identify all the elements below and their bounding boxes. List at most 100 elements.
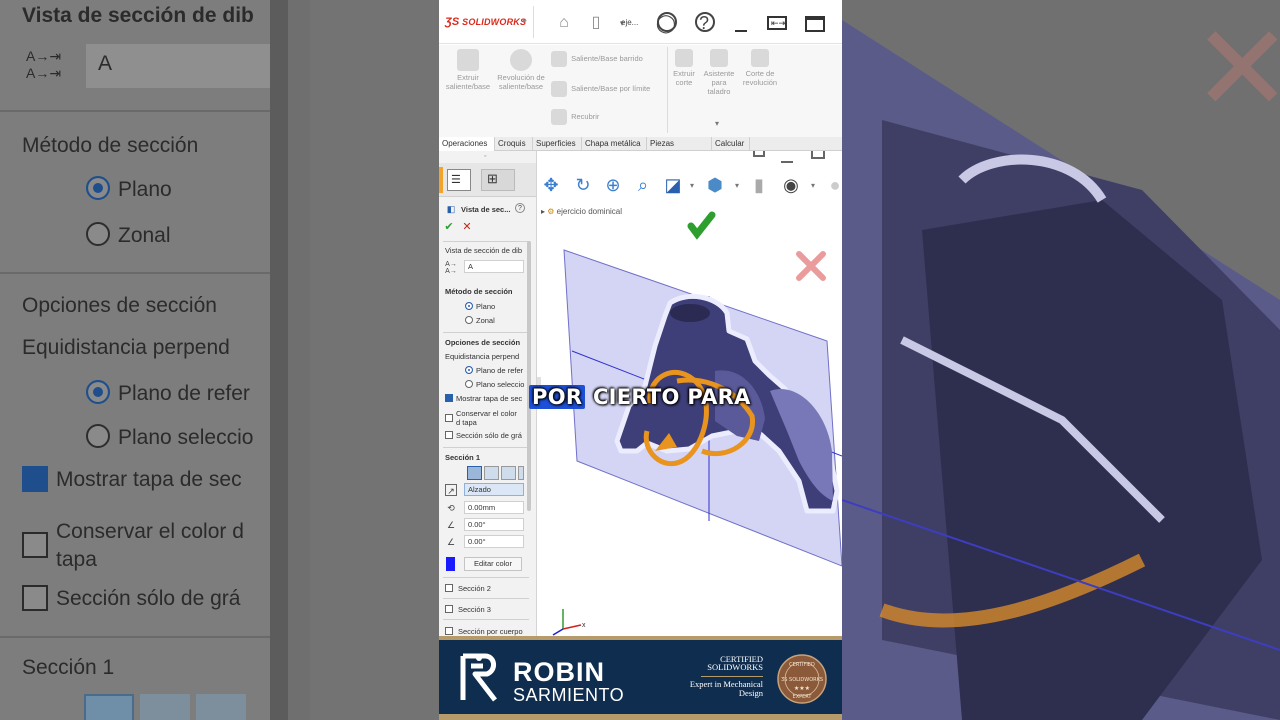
extrude-cut-button[interactable]: Extruir corte: [671, 49, 697, 87]
bg-divider: [0, 636, 270, 638]
cancel-icon[interactable]: ✕: [461, 221, 473, 233]
checkbox-show-cap[interactable]: [445, 394, 453, 402]
confirm-icon[interactable]: ✔: [443, 221, 455, 233]
bg-plane-label: Plano: [118, 178, 172, 201]
checkbox-section2[interactable]: [445, 584, 453, 592]
checkbox-by-body[interactable]: [445, 627, 453, 635]
bg-radio-plane: [86, 176, 110, 200]
minimize-icon[interactable]: [735, 30, 747, 32]
home-icon[interactable]: ⌂: [553, 12, 575, 34]
distance-field[interactable]: 0.00mm: [464, 501, 524, 514]
command-tabs: Operaciones Croquis Superficies Chapa me…: [439, 137, 842, 162]
checkbox-section3[interactable]: [445, 605, 453, 613]
tab-chapa-metalica[interactable]: Chapa metálica: [582, 137, 647, 151]
svg-text:EXPERT: EXPERT: [793, 694, 813, 700]
radio-ref-plane[interactable]: [465, 366, 473, 374]
revolve-cut-label: Corte de revolución: [742, 69, 778, 87]
more-plane-button[interactable]: [518, 466, 524, 480]
more-arrow-icon[interactable]: ▾: [715, 119, 719, 128]
bg-radio-ref: [86, 380, 110, 404]
radio-plane[interactable]: [465, 302, 473, 310]
radio-ref-plane-label: Plano de refer: [476, 366, 524, 375]
swept-boss-button[interactable]: Saliente/Base barrido: [551, 51, 661, 67]
tab-calcular[interactable]: Calcular: [712, 137, 750, 151]
section1-heading: Sección 1: [445, 453, 481, 462]
color-swatch[interactable]: [446, 557, 455, 571]
graphics-only-label: Sección sólo de grá: [456, 431, 522, 440]
method-heading: Método de sección: [445, 287, 513, 296]
radio-selected-plane[interactable]: [465, 380, 473, 388]
top-plane-button[interactable]: [484, 466, 499, 480]
banner-last-name: SARMIENTO: [513, 685, 625, 705]
video-frame: Vista de sección de dib A→⇥ A→⇥ A Método …: [0, 0, 1280, 720]
bg-keep-label: Conservar el color d: [56, 520, 244, 543]
document-name: eje...: [621, 18, 639, 27]
bg-check-graphics: [22, 585, 48, 611]
checkbox-graphics-only[interactable]: [445, 431, 453, 439]
hole-wizard-icon: [710, 49, 728, 67]
loft-button[interactable]: Recubrir: [551, 109, 631, 125]
bg-zonal-label: Zonal: [118, 224, 171, 247]
keep-color-label: Conservar el color d tapa: [456, 409, 517, 427]
triad-x: [562, 624, 582, 630]
bg-title: Vista de sección de dib: [22, 4, 254, 27]
pm-scrollbar[interactable]: [527, 241, 531, 511]
tab-piezas-soldadas[interactable]: Piezas soldadas: [647, 137, 712, 162]
list-icon: ☰: [451, 174, 461, 186]
right-plane-button[interactable]: [501, 466, 516, 480]
bg-check-keep: [22, 532, 48, 558]
angle-y-field[interactable]: 0.00°: [464, 535, 524, 548]
boundary-boss-label: Saliente/Base por límite: [571, 83, 651, 93]
command-manager-ribbon: Extruir saliente/base Revolución de sali…: [439, 45, 842, 137]
front-plane-button[interactable]: [467, 466, 482, 480]
caption-text: CIERTO PARA: [585, 385, 751, 409]
tab-operaciones[interactable]: Operaciones: [439, 137, 495, 151]
expand-arrow-icon[interactable]: ▸: [523, 16, 527, 25]
extrude-boss-label: Extruir saliente/base: [445, 73, 491, 91]
title-bar: ƷS SOLIDWORKS ▸ ⌂ ▯ ▾ eje... ◯ ? ⇤⇥: [439, 0, 842, 44]
confirm-check-icon[interactable]: [687, 211, 716, 240]
angle-x-field[interactable]: 0.00°: [464, 518, 524, 531]
radio-zonal-label: Zonal: [476, 316, 495, 325]
new-document-icon[interactable]: ▯: [585, 12, 607, 34]
edit-color-button[interactable]: Editar color: [464, 557, 522, 571]
maximize-icon[interactable]: [805, 16, 825, 32]
certification-subtitle: Expert in Mechanical Design: [689, 679, 763, 698]
banner-first-name: ROBIN: [513, 657, 605, 687]
bg-section1: Sección 1: [22, 656, 115, 679]
help-icon[interactable]: ?: [515, 203, 525, 213]
cancel-x-icon[interactable]: [796, 251, 826, 281]
tab-croquis[interactable]: Croquis: [495, 137, 533, 151]
tab-superficies[interactable]: Superficies: [533, 137, 582, 151]
bg-tool-icon: [196, 694, 246, 720]
boundary-boss-button[interactable]: Saliente/Base por límite: [551, 81, 671, 97]
bg-ref-label: Plano de refer: [118, 382, 250, 405]
extrude-boss-button[interactable]: Extruir saliente/base: [443, 49, 493, 91]
bg-equidistance: Equidistancia perpend: [22, 336, 230, 359]
bg-divider: [0, 272, 270, 274]
divider: [443, 447, 529, 448]
section-view-icon: ◧: [446, 204, 456, 214]
triad-z: [552, 628, 564, 636]
equidistance-label: Equidistancia perpend: [445, 352, 520, 361]
revolve-cut-button[interactable]: Corte de revolución: [741, 49, 779, 87]
revolve-boss-label: Revolución de saliente/base: [497, 73, 545, 91]
plane-field[interactable]: Alzado: [464, 483, 524, 496]
radio-zonal[interactable]: [465, 316, 473, 324]
divider: [443, 577, 529, 578]
user-icon-ring: [657, 12, 677, 32]
revolve-boss-button[interactable]: Revolución de saliente/base: [497, 49, 545, 91]
divider: [443, 598, 529, 599]
section-name-field[interactable]: A: [464, 260, 524, 273]
svg-text:✕: ✕: [1192, 0, 1280, 139]
bg-options-heading: Opciones de sección: [22, 294, 217, 317]
hole-wizard-button[interactable]: Asistente para taladro: [701, 49, 737, 96]
grip-icon: ◦: [484, 153, 487, 160]
bg-field-value: A: [98, 52, 113, 75]
loft-label: Recubrir: [571, 111, 600, 121]
help-icon-ring: [695, 12, 715, 32]
angle-x-icon: ∠: [446, 520, 456, 530]
boundary-icon: [551, 81, 567, 97]
bg-radio-sel: [86, 424, 110, 448]
checkbox-keep-color[interactable]: [445, 414, 453, 422]
